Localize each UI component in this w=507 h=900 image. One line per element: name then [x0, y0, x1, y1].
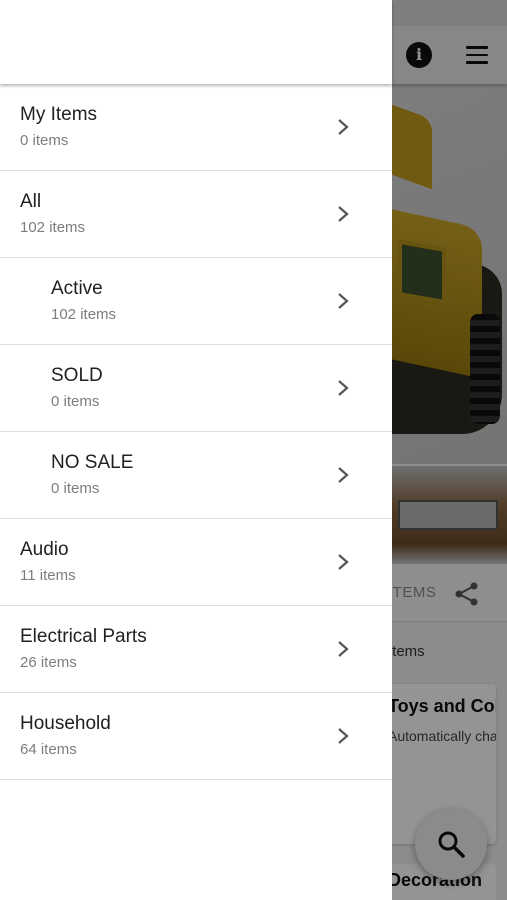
category-count: 102 items — [20, 219, 86, 236]
chevron-right-icon — [338, 119, 349, 135]
navigation-drawer: My Items 0 items All 102 items Active 10… — [0, 0, 392, 900]
category-count: 0 items — [51, 393, 100, 410]
category-audio[interactable]: Audio 11 items — [0, 519, 392, 606]
chevron-right-icon — [338, 206, 349, 222]
category-household[interactable]: Household 64 items — [0, 693, 392, 780]
chevron-right-icon — [338, 467, 349, 483]
category-title: My Items — [20, 104, 98, 125]
category-title: SOLD — [51, 365, 103, 386]
category-count: 11 items — [20, 567, 76, 584]
category-title: Audio — [20, 539, 69, 560]
category-my-items[interactable]: My Items 0 items — [0, 84, 392, 171]
category-count: 0 items — [20, 132, 69, 149]
chevron-right-icon — [338, 554, 349, 570]
category-title: Household — [20, 713, 111, 734]
category-count: 26 items — [20, 654, 77, 671]
category-title: All — [20, 191, 42, 212]
category-title: Electrical Parts — [20, 626, 147, 647]
category-all[interactable]: All 102 items — [0, 171, 392, 258]
category-count: 0 items — [51, 480, 100, 497]
chevron-right-icon — [338, 293, 349, 309]
category-active[interactable]: Active 102 items — [0, 258, 392, 345]
category-title: Active — [51, 278, 103, 299]
chevron-right-icon — [338, 728, 349, 744]
chevron-right-icon — [338, 380, 349, 396]
drawer-header — [0, 0, 392, 84]
category-count: 102 items — [51, 306, 117, 323]
category-sold[interactable]: SOLD 0 items — [0, 345, 392, 432]
category-no-sale[interactable]: NO SALE 0 items — [0, 432, 392, 519]
category-title: NO SALE — [51, 452, 134, 473]
category-electrical-parts[interactable]: Electrical Parts 26 items — [0, 606, 392, 693]
category-count: 64 items — [20, 741, 77, 758]
category-list: My Items 0 items All 102 items Active 10… — [0, 84, 392, 780]
chevron-right-icon — [338, 641, 349, 657]
